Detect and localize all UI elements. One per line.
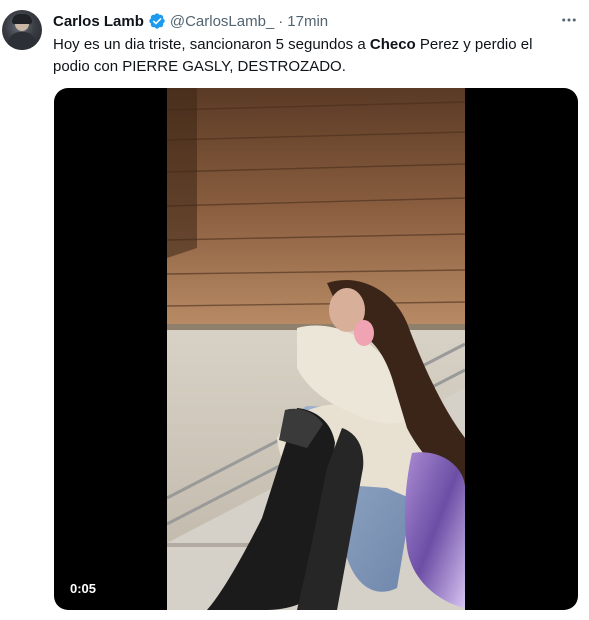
separator-dot: ·	[278, 12, 284, 30]
tweet-header: Carlos Lamb @CarlosLamb_ · 17min	[53, 11, 328, 31]
tweet-text-bold: Checo	[369, 36, 416, 53]
author-handle[interactable]: @CarlosLamb_	[170, 13, 274, 30]
avatar-cap	[12, 14, 32, 24]
video-frame[interactable]	[167, 88, 465, 610]
video-player[interactable]: 0:05	[54, 88, 578, 610]
more-options-icon[interactable]	[558, 10, 580, 30]
video-still	[167, 88, 465, 610]
tweet-text: Hoy es un dia triste, sancionaron 5 segu…	[53, 34, 573, 78]
avatar-body	[8, 32, 36, 50]
tweet-timestamp[interactable]: 17min	[287, 13, 328, 30]
tweet[interactable]: Carlos Lamb @CarlosLamb_ · 17min Hoy es …	[0, 0, 589, 620]
tweet-text-part-1: Hoy es un dia triste, sancionaron 5 segu…	[53, 36, 370, 53]
avatar[interactable]	[2, 10, 42, 50]
author-name[interactable]: Carlos Lamb	[53, 13, 144, 30]
video-duration: 0:05	[64, 579, 103, 598]
verified-badge-icon	[148, 12, 166, 30]
